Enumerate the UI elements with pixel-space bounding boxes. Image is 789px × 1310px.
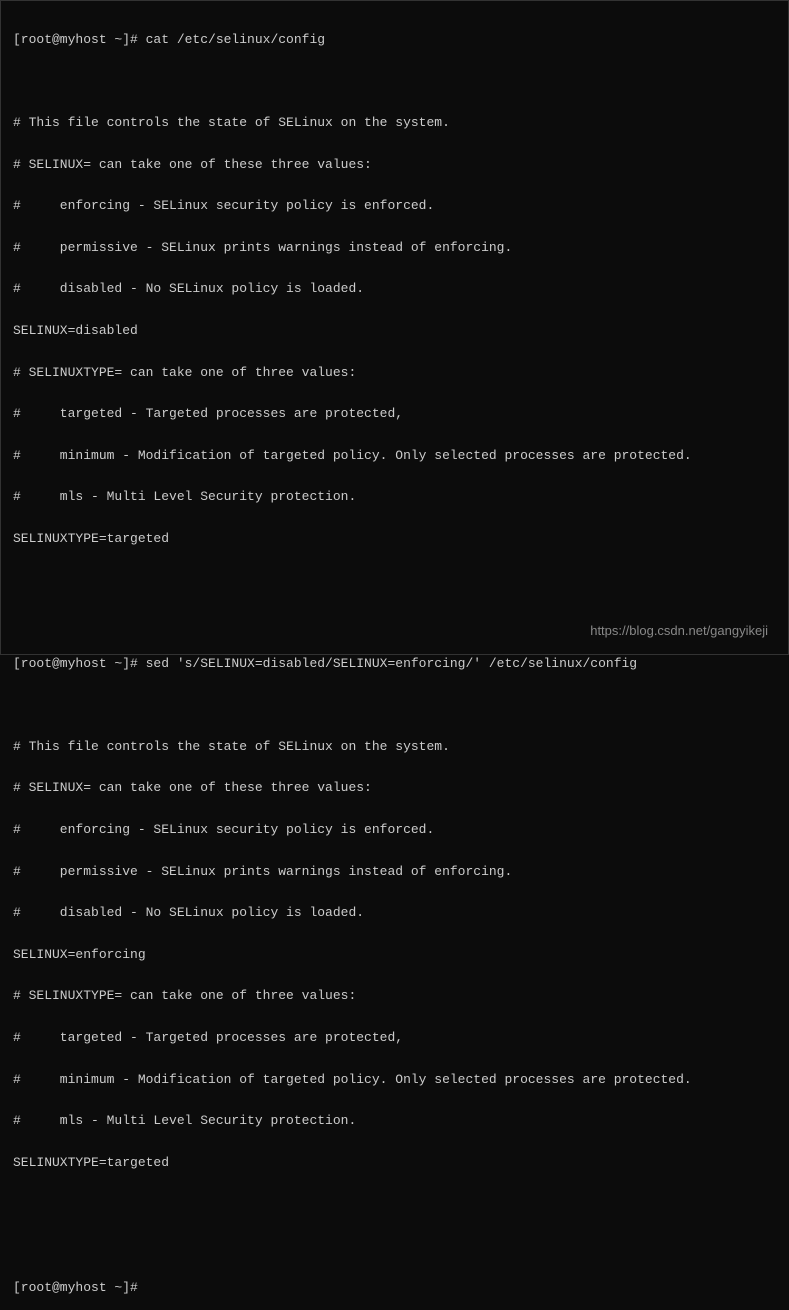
terminal-line: # This file controls the state of SELinu…: [13, 737, 776, 758]
terminal-line: # SELINUXTYPE= can take one of three val…: [13, 986, 776, 1007]
terminal-line: SELINUXTYPE=targeted: [13, 1153, 776, 1174]
terminal-line: # enforcing - SELinux security policy is…: [13, 820, 776, 841]
terminal-line: # minimum - Modification of targeted pol…: [13, 446, 776, 467]
terminal-line: [root@myhost ~]# cat /etc/selinux/config: [13, 30, 776, 51]
terminal-line: [13, 571, 776, 592]
terminal-line: # targeted - Targeted processes are prot…: [13, 1028, 776, 1049]
terminal-line: # This file controls the state of SELinu…: [13, 113, 776, 134]
terminal-line: [13, 695, 776, 716]
terminal-line: # mls - Multi Level Security protection.: [13, 1111, 776, 1132]
terminal-line: [root@myhost ~]# sed 's/SELINUX=disabled…: [13, 654, 776, 675]
terminal-line: # permissive - SELinux prints warnings i…: [13, 862, 776, 883]
terminal-line: # mls - Multi Level Security protection.: [13, 487, 776, 508]
terminal-line: # minimum - Modification of targeted pol…: [13, 1070, 776, 1091]
terminal-line: [13, 71, 776, 92]
terminal-prompt[interactable]: [root@myhost ~]#: [13, 1278, 776, 1299]
terminal-line: # permissive - SELinux prints warnings i…: [13, 238, 776, 259]
watermark-text: https://blog.csdn.net/gangyikeji: [590, 621, 768, 642]
terminal-line: SELINUX=enforcing: [13, 945, 776, 966]
terminal-line: SELINUX=disabled: [13, 321, 776, 342]
terminal-line: # disabled - No SELinux policy is loaded…: [13, 903, 776, 924]
terminal-line: # SELINUX= can take one of these three v…: [13, 155, 776, 176]
terminal-line: [13, 1236, 776, 1257]
terminal-line: SELINUXTYPE=targeted: [13, 529, 776, 550]
terminal-line: # SELINUX= can take one of these three v…: [13, 778, 776, 799]
terminal-line: # targeted - Targeted processes are prot…: [13, 404, 776, 425]
terminal-line: [13, 1194, 776, 1215]
terminal-line: # SELINUXTYPE= can take one of three val…: [13, 363, 776, 384]
terminal-line: # disabled - No SELinux policy is loaded…: [13, 279, 776, 300]
terminal-output[interactable]: [root@myhost ~]# cat /etc/selinux/config…: [13, 9, 776, 1310]
terminal-line: # enforcing - SELinux security policy is…: [13, 196, 776, 217]
